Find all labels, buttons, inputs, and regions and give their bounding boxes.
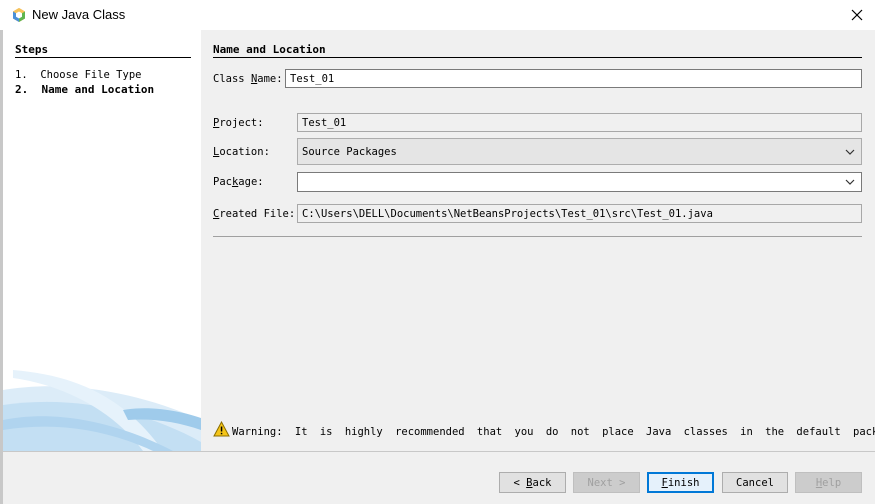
package-label: Package: <box>213 176 264 188</box>
step-item-choose-file-type: 1. Choose File Type <box>15 69 141 81</box>
steps-panel: Steps 1. Choose File Type 2. Name and Lo… <box>3 30 201 451</box>
project-label: Project: <box>213 117 264 129</box>
location-value: Source Packages <box>302 145 397 158</box>
warning-icon <box>213 420 230 437</box>
section-divider <box>213 57 862 58</box>
project-value: Test_01 <box>302 116 347 129</box>
steps-heading: Steps <box>15 43 49 56</box>
chevron-down-icon <box>845 149 855 155</box>
next-button[interactable]: Next > <box>573 472 640 493</box>
window-title: New Java Class <box>32 7 126 22</box>
step-item-name-and-location: 2. Name and Location <box>15 83 154 96</box>
package-combobox[interactable] <box>297 172 862 192</box>
location-select[interactable]: Source Packages <box>297 138 862 165</box>
decorative-swoosh <box>3 350 201 451</box>
finish-button[interactable]: Finish <box>647 472 714 493</box>
title-bar: New Java Class <box>0 0 875 30</box>
back-button[interactable]: < Back <box>499 472 566 493</box>
netbeans-logo-icon <box>11 7 27 23</box>
cancel-button[interactable]: Cancel <box>722 472 788 493</box>
form-divider <box>213 236 862 237</box>
section-heading: Name and Location <box>213 43 326 56</box>
chevron-down-icon[interactable] <box>845 179 855 185</box>
steps-divider <box>15 57 191 58</box>
created-file-value: C:\Users\DELL\Documents\NetBeansProjects… <box>302 207 713 220</box>
project-field: Test_01 <box>297 113 862 132</box>
step-label: Name and Location <box>41 83 155 96</box>
warning-message: Warning: It is highly recommended that y… <box>232 426 875 438</box>
class-name-label: Class Name: <box>213 73 283 85</box>
close-button[interactable] <box>842 4 872 26</box>
button-bar: < Back Next > Finish Cancel Help <box>3 451 875 504</box>
class-name-input[interactable]: Test_01 <box>285 69 862 88</box>
step-number: 1. <box>15 69 28 81</box>
step-number: 2. <box>15 83 29 96</box>
step-label: Choose File Type <box>40 69 142 81</box>
main-panel: Name and Location Class Name: Test_01 Pr… <box>201 30 875 451</box>
location-label: Location: <box>213 146 270 158</box>
help-button[interactable]: Help <box>795 472 862 493</box>
close-icon <box>851 9 863 21</box>
created-file-label: Created File: <box>213 208 296 220</box>
created-file-field: C:\Users\DELL\Documents\NetBeansProjects… <box>297 204 862 223</box>
class-name-value: Test_01 <box>290 72 335 85</box>
